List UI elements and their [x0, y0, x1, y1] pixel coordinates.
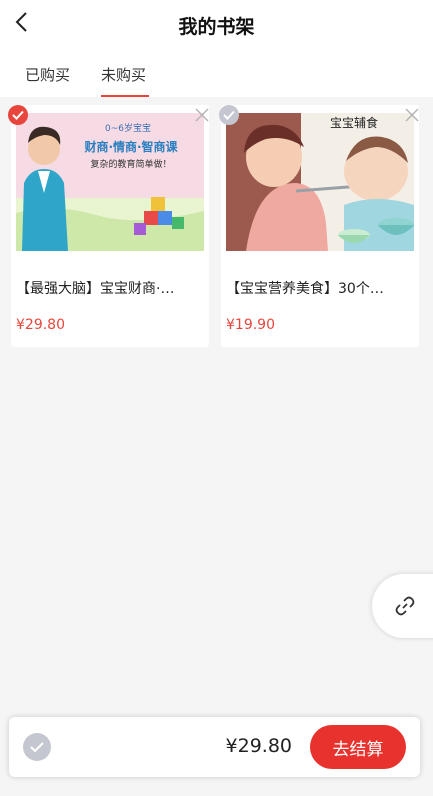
item-title: 【最强大脑】宝宝财商·…	[16, 281, 175, 297]
tab-bar: 已购买 未购买	[0, 50, 433, 97]
remove-item-button[interactable]	[191, 104, 213, 126]
page-title: 我的书架	[178, 16, 255, 38]
close-icon	[195, 108, 209, 122]
shelf-item-card[interactable]: 0~6岁宝宝 财商·情商·智商课 复杂的教育简单做！ 【最强大脑】宝宝财商·… …	[11, 105, 209, 347]
check-icon	[223, 110, 235, 120]
check-icon	[30, 742, 44, 753]
course-cover-image: 0~6岁宝宝 财商·情商·智商课 复杂的教育简单做！	[16, 113, 204, 251]
item-price: ¥19.90	[226, 317, 275, 333]
cover-main-text: 财商·情商·智商课	[83, 139, 178, 154]
cover-top-text: 0~6岁宝宝	[105, 122, 151, 134]
cover-title-text: 宝宝辅食	[330, 115, 378, 130]
total-price: ¥29.80	[225, 735, 292, 757]
shelf-item-card[interactable]: 宝宝辅食 【宝宝营养美食】30个… ¥19.90	[221, 105, 419, 347]
item-title: 【宝宝营养美食】30个…	[226, 281, 384, 297]
item-select-checkbox[interactable]	[219, 105, 239, 125]
select-all-checkbox[interactable]	[23, 733, 51, 761]
link-icon	[395, 596, 415, 616]
checkout-button[interactable]: 去结算	[310, 725, 406, 769]
item-select-checkbox[interactable]	[8, 105, 28, 125]
course-cover-image: 宝宝辅食	[226, 113, 414, 251]
remove-item-button[interactable]	[401, 104, 423, 126]
header-bar: 我的书架	[0, 0, 433, 50]
checkout-bar: ¥29.80 去结算	[9, 717, 420, 777]
item-thumbnail: 宝宝辅食	[226, 113, 414, 251]
check-icon	[12, 110, 24, 120]
tab-not-purchased[interactable]: 未购买	[101, 64, 146, 85]
share-link-button[interactable]	[372, 574, 433, 638]
cover-sub-text: 复杂的教育简单做！	[90, 158, 171, 170]
close-icon	[405, 108, 419, 122]
tab-purchased[interactable]: 已购买	[25, 64, 70, 85]
item-price: ¥29.80	[16, 317, 65, 333]
item-thumbnail: 0~6岁宝宝 财商·情商·智商课 复杂的教育简单做！	[16, 113, 204, 251]
